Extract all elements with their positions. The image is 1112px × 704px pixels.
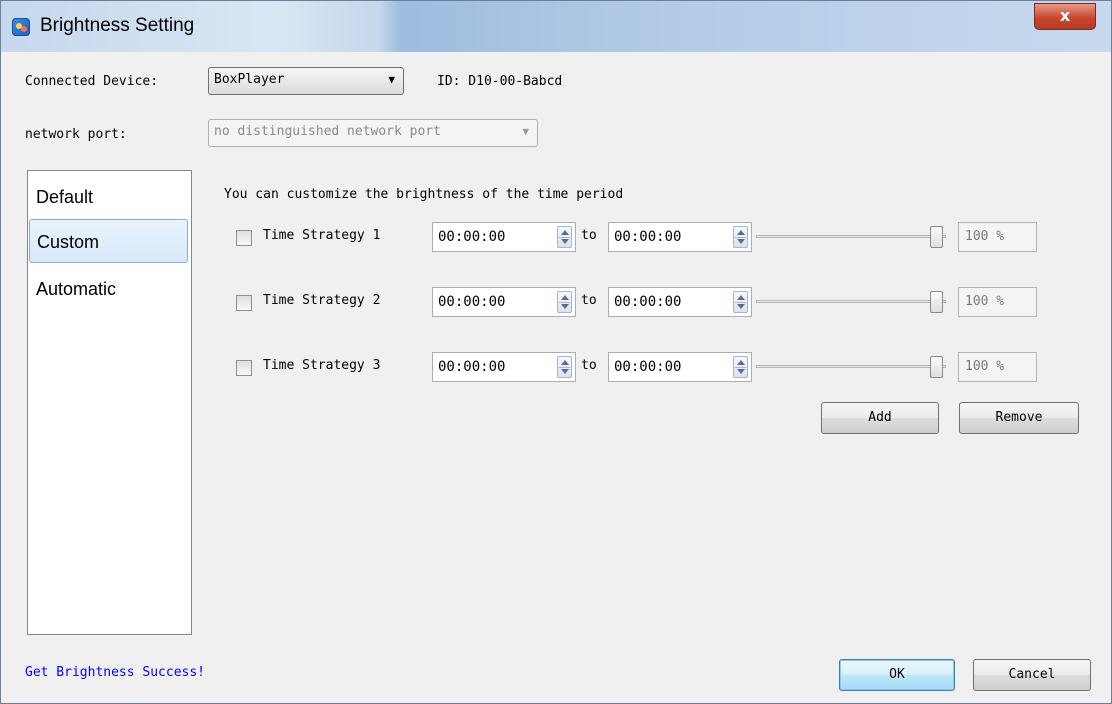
start-time-spinbox[interactable]: 00:00:00 [432,222,576,252]
title-bar[interactable]: Brightness Setting x [1,1,1111,52]
end-time-spinbox[interactable]: 00:00:00 [608,222,752,252]
to-label: to [581,228,597,243]
spin-up-icon [561,360,569,365]
brightness-setting-dialog: Brightness Setting x Connected Device: B… [0,0,1112,704]
brightness-slider-track[interactable] [756,365,946,368]
spin-down-icon [737,304,745,309]
dropdown-arrow-icon: ▼ [522,125,529,138]
spin-up-icon [737,360,745,365]
brightness-slider-thumb[interactable] [930,291,943,313]
spin-down-icon [561,369,569,374]
custom-description: You can customize the brightness of the … [224,187,624,202]
close-button[interactable]: x [1034,3,1096,30]
spin-divider [559,302,570,303]
strategy-label: Time Strategy 2 [263,293,381,308]
time-strategy-row: Time Strategy 2 00:00:00 to 00:00:00 100… [1,287,1111,317]
spin-down-icon [561,239,569,244]
connected-device-dropdown[interactable]: BoxPlayer ▼ [208,67,404,95]
mode-item-default[interactable]: Default [29,175,188,219]
spin-divider [735,367,746,368]
start-time-value: 00:00:00 [438,229,506,245]
brightness-slider-track[interactable] [756,235,946,238]
spin-down-icon [737,369,745,374]
device-id-text: ID: D10-00-Babcd [437,74,563,89]
spin-buttons[interactable] [733,226,748,248]
strategy-label: Time Strategy 1 [263,228,381,243]
end-time-spinbox[interactable]: 00:00:00 [608,352,752,382]
start-time-spinbox[interactable]: 00:00:00 [432,287,576,317]
dropdown-arrow-icon: ▼ [388,73,395,86]
spin-divider [559,237,570,238]
spin-down-icon [561,304,569,309]
connected-device-value: BoxPlayer [214,72,285,87]
spin-up-icon [561,230,569,235]
network-port-label: network port: [25,127,127,142]
connected-device-label: Connected Device: [25,74,159,89]
window-title: Brightness Setting [40,15,195,36]
brightness-slider-track[interactable] [756,300,946,303]
end-time-value: 00:00:00 [614,229,682,245]
mode-item-label: Default [36,187,94,207]
spin-divider [559,367,570,368]
time-strategy-row: Time Strategy 3 00:00:00 to 00:00:00 100… [1,352,1111,382]
to-label: to [581,358,597,373]
add-button[interactable]: Add [821,402,939,434]
spin-up-icon [737,295,745,300]
app-icon [12,18,30,36]
network-port-value: no distinguished network port [214,124,441,139]
time-strategy-row: Time Strategy 1 00:00:00 to 00:00:00 100… [1,222,1111,252]
spin-buttons[interactable] [733,356,748,378]
strategy-checkbox[interactable] [236,230,252,246]
brightness-percent-field: 100 % [958,222,1037,252]
spin-divider [735,237,746,238]
brightness-slider-thumb[interactable] [930,226,943,248]
status-message: Get Brightness Success! [25,665,206,680]
end-time-spinbox[interactable]: 00:00:00 [608,287,752,317]
spin-down-icon [737,239,745,244]
brightness-percent-field: 100 % [958,287,1037,317]
spin-buttons[interactable] [557,226,572,248]
ok-button[interactable]: OK [839,659,955,691]
strategy-checkbox[interactable] [236,360,252,376]
spin-up-icon [737,230,745,235]
start-time-value: 00:00:00 [438,294,506,310]
strategy-checkbox[interactable] [236,295,252,311]
to-label: to [581,293,597,308]
spin-divider [735,302,746,303]
start-time-value: 00:00:00 [438,359,506,375]
spin-buttons[interactable] [733,291,748,313]
brightness-percent-field: 100 % [958,352,1037,382]
spin-buttons[interactable] [557,356,572,378]
spin-buttons[interactable] [557,291,572,313]
remove-button[interactable]: Remove [959,402,1079,434]
cancel-button[interactable]: Cancel [973,659,1091,691]
strategy-label: Time Strategy 3 [263,358,381,373]
end-time-value: 00:00:00 [614,294,682,310]
network-port-dropdown: no distinguished network port ▼ [208,119,538,147]
end-time-value: 00:00:00 [614,359,682,375]
brightness-slider-thumb[interactable] [930,356,943,378]
spin-up-icon [561,295,569,300]
start-time-spinbox[interactable]: 00:00:00 [432,352,576,382]
